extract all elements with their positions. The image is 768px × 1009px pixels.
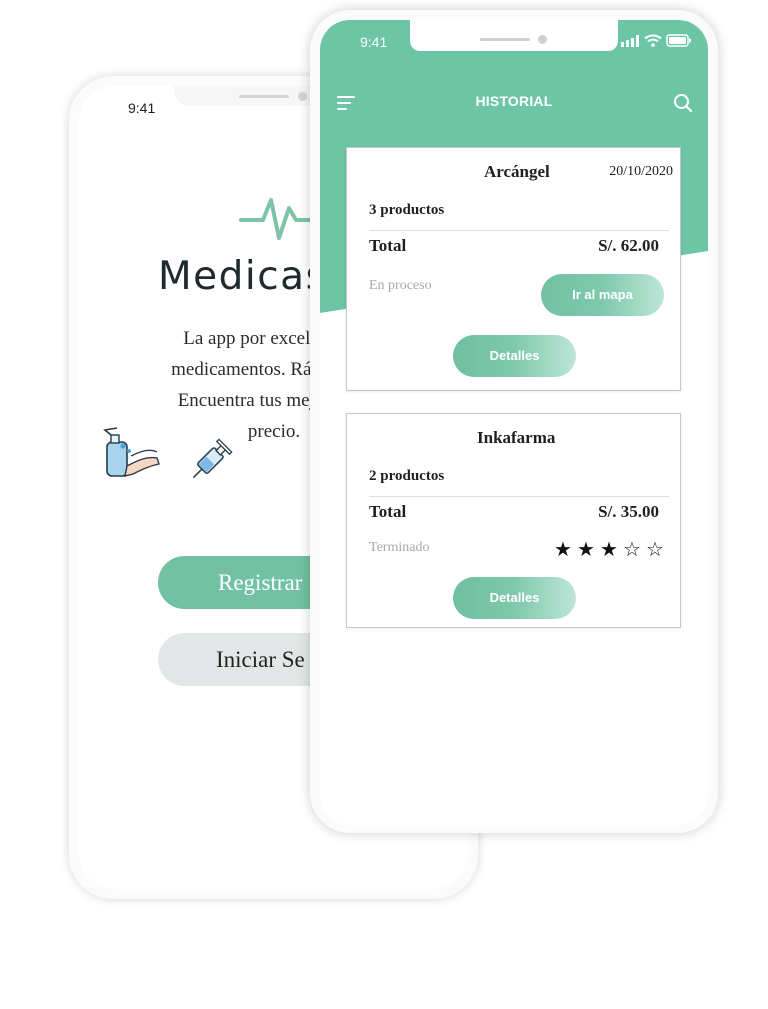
star-rating[interactable]: ★ ★ ★ ☆ ☆ (553, 538, 665, 560)
phone-notch (410, 20, 618, 51)
order-status: Terminado (369, 540, 430, 555)
order-card[interactable]: Arcángel 20/10/2020 3 productos Total S/… (346, 147, 681, 391)
syringe-icon (192, 438, 233, 479)
details-button[interactable]: Detalles (453, 577, 576, 619)
speaker-grille (480, 38, 530, 41)
heartbeat-logo-icon (239, 198, 314, 240)
status-time: 9:41 (128, 100, 156, 116)
details-button[interactable]: Detalles (453, 335, 576, 377)
hand-sanitizer-icon (103, 427, 160, 477)
camera-dot (538, 35, 547, 44)
order-status: En proceso (369, 278, 432, 293)
front-phone: 9:41 HISTORIAL Arcángel 20/10/2020 3 pro… (310, 10, 718, 833)
total-value: S/. 35.00 (598, 502, 659, 521)
battery-icon (666, 34, 691, 47)
store-name: Arcángel (484, 162, 550, 181)
product-count: 2 productos (369, 468, 445, 484)
brand-name: Medicas (158, 254, 328, 299)
status-time: 9:41 (360, 34, 388, 50)
total-label: Total (369, 502, 407, 521)
map-button[interactable]: Ir al mapa (541, 274, 664, 316)
divider (369, 230, 669, 231)
star-empty-icon[interactable]: ☆ (622, 538, 642, 560)
store-name: Inkafarma (477, 428, 556, 447)
divider (369, 496, 669, 497)
star-empty-icon[interactable]: ☆ (645, 538, 665, 560)
total-label: Total (369, 236, 407, 255)
star-filled-icon[interactable]: ★ (576, 538, 596, 560)
order-date: 20/10/2020 (609, 164, 673, 179)
page-title: HISTORIAL (475, 93, 553, 109)
camera-dot (298, 92, 307, 101)
wifi-icon (644, 34, 662, 47)
search-icon[interactable] (672, 92, 694, 114)
signal-icon (621, 35, 639, 47)
order-card[interactable]: Inkafarma 2 productos Total S/. 35.00 Te… (346, 413, 681, 628)
total-value: S/. 62.00 (598, 236, 659, 255)
speaker-grille (239, 95, 289, 98)
product-count: 3 productos (369, 202, 445, 218)
history-screen: 9:41 HISTORIAL Arcángel 20/10/2020 3 pro… (320, 20, 708, 825)
star-filled-icon[interactable]: ★ (553, 538, 573, 560)
star-filled-icon[interactable]: ★ (599, 538, 619, 560)
